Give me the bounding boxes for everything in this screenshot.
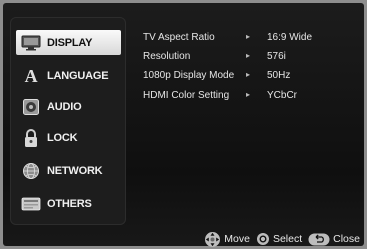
menu-label-lock: LOCK xyxy=(47,131,78,144)
enter-button-icon xyxy=(256,232,270,246)
menu-label-language: LANGUAGE xyxy=(47,69,109,82)
setting-row-hdmi-color-setting[interactable]: HDMI Color Setting ▸ YCbCr xyxy=(143,90,353,104)
lock-icon xyxy=(21,128,41,147)
category-menu: DISPLAY A LANGUAGE AUDIO LOCK NETWORK OT… xyxy=(10,17,126,225)
hint-select: Select xyxy=(256,232,302,246)
arrow-right-icon: ▸ xyxy=(246,51,251,60)
hint-close-label: Close xyxy=(333,233,360,245)
setting-value: 50Hz xyxy=(267,70,291,81)
language-icon: A xyxy=(21,67,41,84)
menu-item-network[interactable]: NETWORK xyxy=(16,158,121,183)
hint-close: Close xyxy=(308,233,360,246)
setting-name: HDMI Color Setting xyxy=(143,90,230,101)
arrow-right-icon: ▸ xyxy=(246,32,251,41)
menu-label-network: NETWORK xyxy=(47,164,103,177)
menu-label-audio: AUDIO xyxy=(47,100,82,113)
network-icon xyxy=(21,162,41,179)
setting-row-1080p-display-mode[interactable]: 1080p Display Mode ▸ 50Hz xyxy=(143,70,353,84)
setting-value: 576i xyxy=(267,51,286,62)
hint-move: Move xyxy=(204,231,250,248)
audio-icon xyxy=(21,98,41,115)
others-icon xyxy=(21,195,41,212)
dpad-icon xyxy=(204,231,221,248)
menu-item-audio[interactable]: AUDIO xyxy=(16,94,121,119)
settings-screen: DISPLAY A LANGUAGE AUDIO LOCK NETWORK OT… xyxy=(3,3,364,247)
setting-name: TV Aspect Ratio xyxy=(143,32,215,43)
setting-row-resolution[interactable]: Resolution ▸ 576i xyxy=(143,51,353,65)
arrow-right-icon: ▸ xyxy=(246,70,251,79)
arrow-right-icon: ▸ xyxy=(246,90,251,99)
return-button-icon xyxy=(308,233,330,246)
menu-item-language[interactable]: A LANGUAGE xyxy=(16,63,121,88)
hint-select-label: Select xyxy=(272,233,303,245)
svg-text:A: A xyxy=(25,67,38,84)
menu-item-lock[interactable]: LOCK xyxy=(16,125,121,150)
setting-value: 16:9 Wide xyxy=(267,32,313,43)
hint-move-label: Move xyxy=(224,233,250,245)
menu-item-display[interactable]: DISPLAY xyxy=(16,30,121,55)
button-hints: Move Select Close xyxy=(198,231,360,247)
setting-row-tv-aspect-ratio[interactable]: TV Aspect Ratio ▸ 16:9 Wide xyxy=(143,32,353,46)
menu-label-others: OTHERS xyxy=(47,197,92,210)
setting-value: YCbCr xyxy=(267,90,298,101)
setting-name: 1080p Display Mode xyxy=(143,70,235,81)
menu-item-others[interactable]: OTHERS xyxy=(16,191,121,216)
display-icon xyxy=(21,34,41,51)
setting-name: Resolution xyxy=(143,51,191,62)
menu-label-display: DISPLAY xyxy=(47,36,93,49)
